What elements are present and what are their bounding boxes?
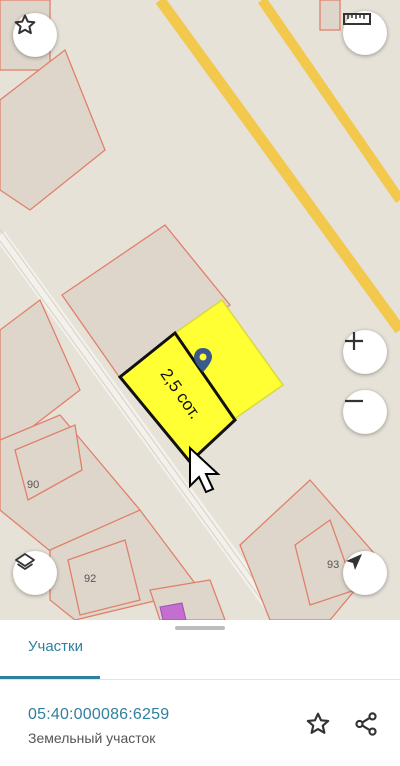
zoom-out-button[interactable]	[343, 390, 387, 434]
minus-icon	[345, 399, 363, 403]
bottom-sheet: Участки 05:40:000086:6259 Земельный учас…	[0, 620, 400, 766]
parcel	[319, 0, 341, 31]
favorite-button[interactable]	[13, 13, 57, 57]
parcel	[0, 48, 106, 211]
cursor-icon	[189, 445, 221, 494]
divider	[0, 679, 400, 680]
house-number: 93	[327, 559, 339, 571]
object-type: Земельный участок	[28, 730, 156, 746]
ruler-icon	[343, 13, 371, 25]
map-view[interactable]: 2,5 сот. 90 92 93	[0, 0, 400, 620]
share-button[interactable]	[349, 707, 383, 741]
measure-button[interactable]	[343, 11, 387, 55]
navigation-arrow-icon	[346, 554, 362, 570]
star-outline-icon	[306, 712, 330, 734]
favorite-parcel-button[interactable]	[301, 707, 335, 741]
plus-icon	[345, 332, 363, 350]
house-number: 90	[27, 479, 39, 491]
layers-button[interactable]	[13, 551, 57, 595]
map-canvas: 2,5 сот. 90 92 93	[0, 0, 400, 620]
my-location-button[interactable]	[343, 551, 387, 595]
zoom-in-button[interactable]	[343, 330, 387, 374]
cadastral-number[interactable]: 05:40:000086:6259	[28, 706, 169, 724]
sheet-drag-handle[interactable]	[175, 626, 225, 630]
share-icon	[355, 712, 377, 736]
house-number: 92	[84, 573, 96, 585]
layers-icon	[15, 553, 35, 570]
star-outline-icon	[14, 14, 36, 35]
tab-parcels[interactable]: Участки	[28, 638, 83, 655]
